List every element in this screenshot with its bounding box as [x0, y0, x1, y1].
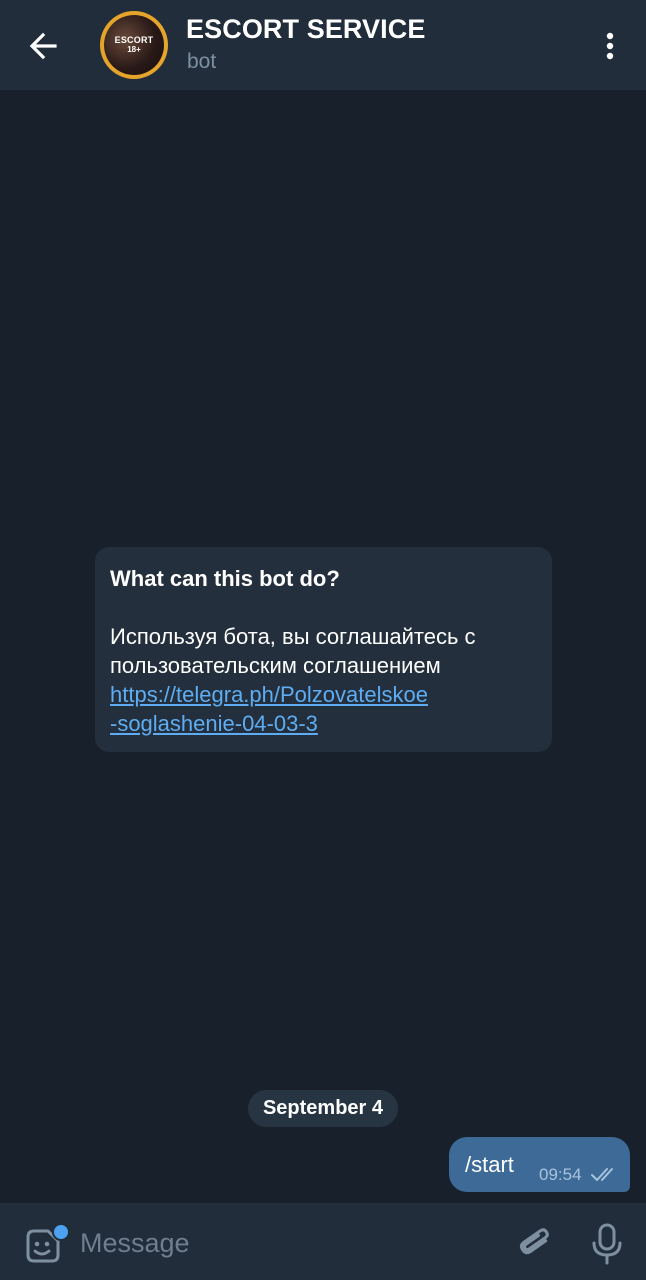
avatar[interactable]: ESCORT 18+ [100, 11, 168, 79]
avatar-text: 18+ [127, 44, 141, 54]
avatar-image: ESCORT 18+ [104, 15, 164, 75]
double-check-icon [591, 1168, 613, 1181]
date-separator: September 4 [248, 1090, 398, 1127]
back-button[interactable] [20, 23, 66, 69]
bot-info-description: Используя бота, вы соглашайтесь с пользо… [110, 624, 476, 678]
outgoing-message[interactable]: /start 09:54 [449, 1137, 630, 1192]
bot-info-body: Используя бота, вы соглашайтесь с пользо… [110, 622, 537, 738]
notification-dot [52, 1223, 70, 1241]
message-input[interactable] [80, 1223, 480, 1263]
link-text: https://telegra.ph/Polzovatelskoe [110, 682, 428, 707]
bot-info-title: What can this bot do? [110, 566, 340, 591]
microphone-icon [592, 1223, 622, 1265]
attach-icon [519, 1228, 549, 1255]
message-time: 09:54 [539, 1165, 582, 1184]
sticker-button[interactable] [22, 1223, 70, 1267]
message-composer [0, 1203, 646, 1280]
chat-title[interactable]: ESCORT SERVICE [186, 14, 425, 45]
message-text: /start [465, 1152, 514, 1177]
chat-header: ESCORT 18+ ESCORT SERVICE bot [0, 0, 646, 90]
chat-subtitle: bot [187, 50, 217, 73]
back-arrow-icon [29, 32, 57, 60]
more-vertical-icon [606, 32, 614, 60]
bot-info-card: What can this bot do? Используя бота, вы… [95, 547, 552, 752]
voice-record-button[interactable] [587, 1221, 627, 1267]
attach-button[interactable] [515, 1223, 555, 1265]
more-menu-button[interactable] [592, 26, 628, 66]
agreement-link[interactable]: https://telegra.ph/Polzovatelskoe -soglas… [110, 680, 537, 738]
link-text: -soglashenie-04-03-3 [110, 711, 318, 736]
